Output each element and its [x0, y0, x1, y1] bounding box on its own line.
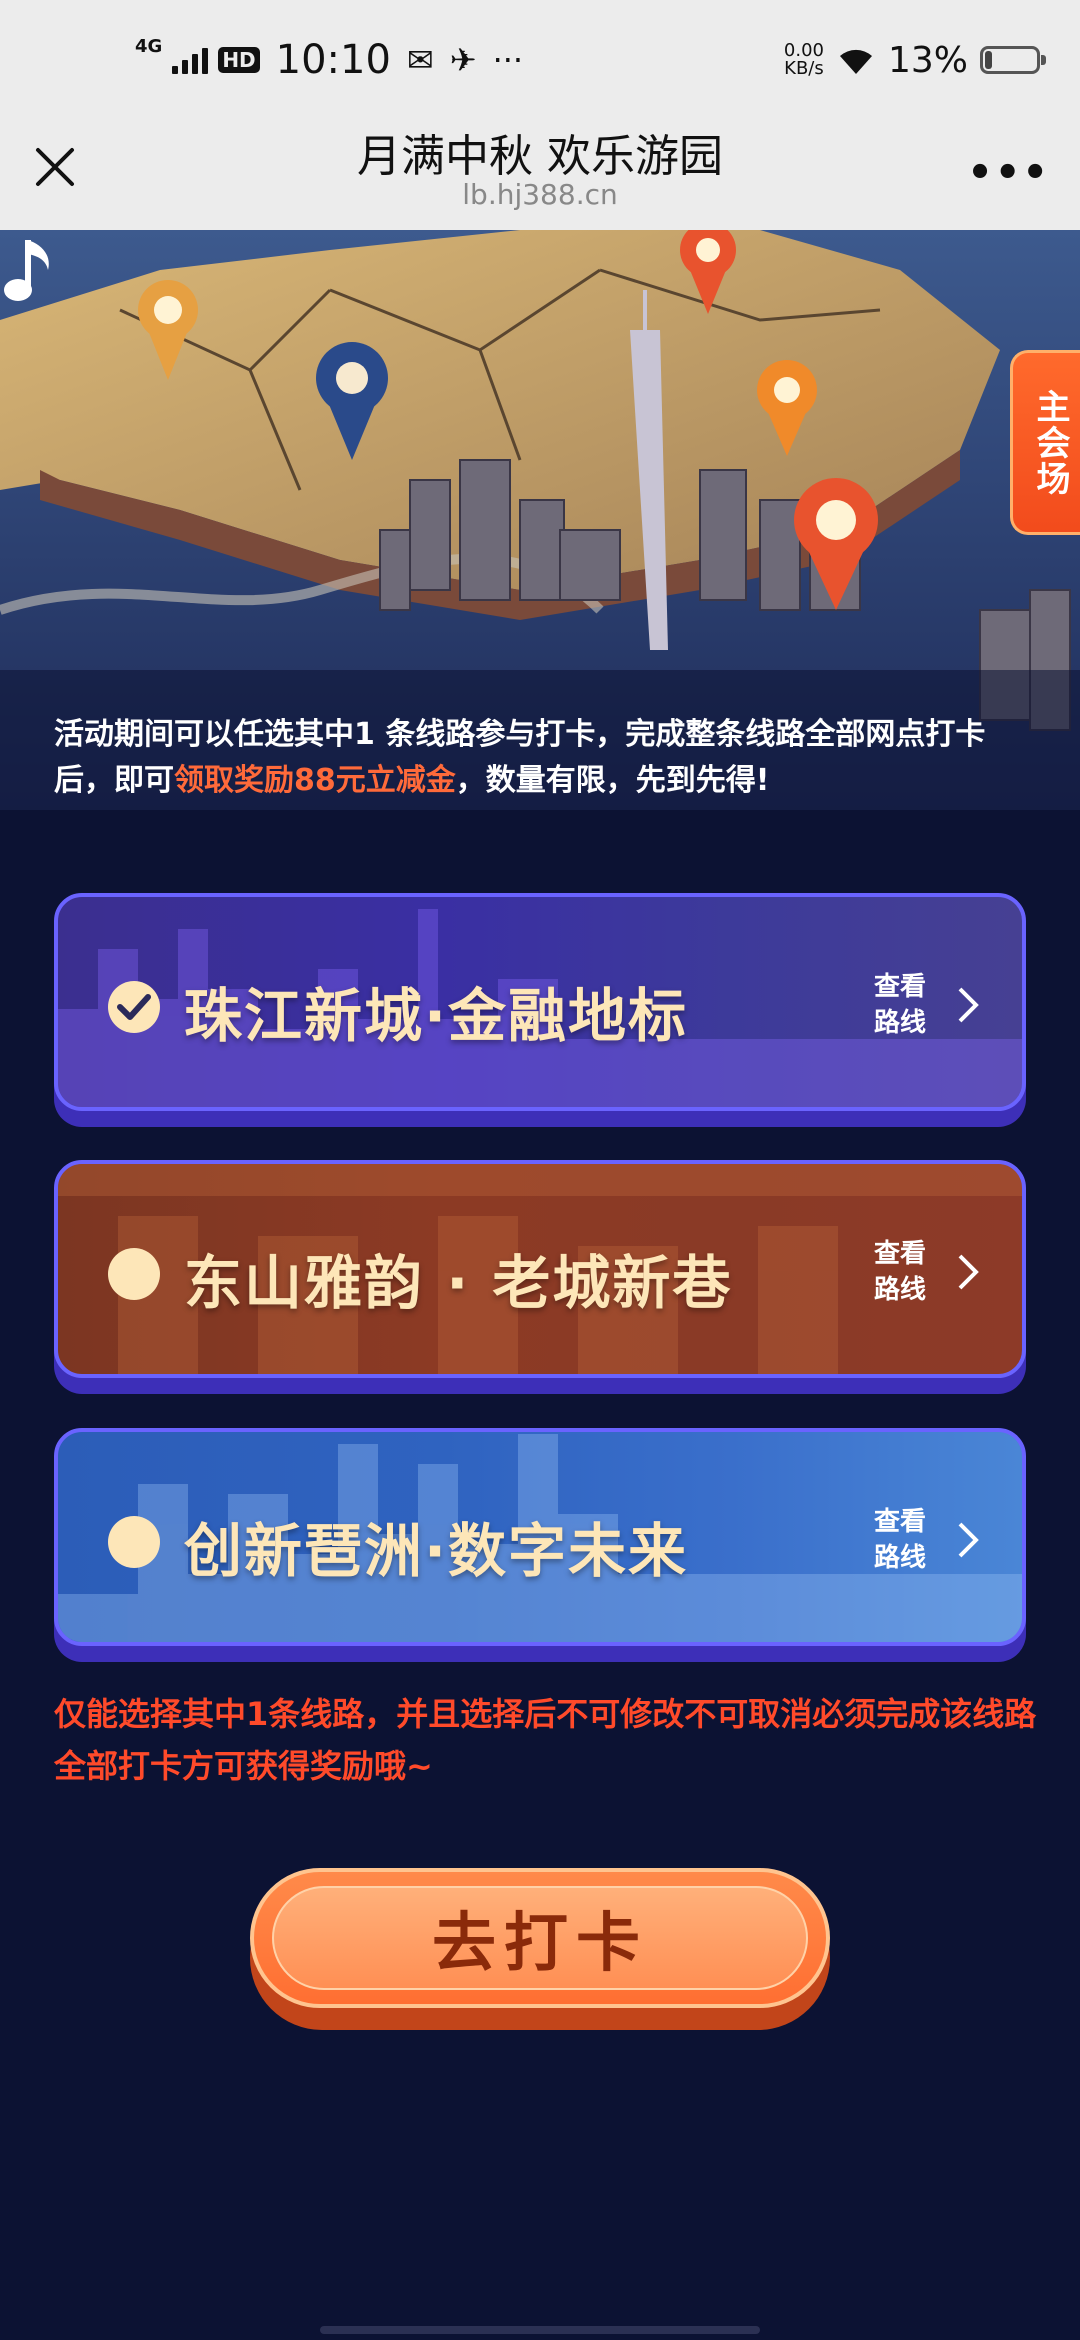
view-route-label-2: 路线 — [873, 1008, 926, 1038]
message-notification-icon: ✉ — [406, 41, 434, 79]
battery-icon — [980, 46, 1046, 74]
view-route-label-2: 路线 — [873, 1543, 926, 1573]
signal-icon — [172, 46, 209, 74]
route-selection-note: 仅能选择其中1条线路，并且选择后不可修改不可取消必须完成该线路全部打卡方可获得奖… — [54, 1695, 1037, 1785]
status-time: 10:10 — [275, 37, 391, 83]
route-name: 珠江新城·金融地标 — [184, 982, 689, 1050]
route-card-body: 珠江新城·金融地标 查看 路线 — [54, 893, 1026, 1111]
route-name: 东山雅韵 · 老城新巷 — [184, 1249, 733, 1317]
main-venue-button[interactable]: 主会场 — [1010, 350, 1080, 535]
chevron-right-icon[interactable] — [956, 1520, 980, 1560]
app-notification-icon: ✈ — [449, 41, 477, 79]
battery-percent: 13% — [887, 39, 968, 81]
chevron-right-icon[interactable] — [956, 1252, 980, 1292]
view-route-link[interactable]: 查看 路线 — [870, 1236, 930, 1308]
home-indicator[interactable] — [320, 2326, 760, 2334]
view-route-label-2: 路线 — [873, 1275, 926, 1305]
intro-text-end: ，数量有限，先到先得! — [455, 763, 770, 798]
more-notifications-icon: ··· — [492, 41, 524, 79]
view-route-label: 查看 — [873, 972, 926, 1002]
speed-unit: KB/s — [784, 58, 824, 79]
activity-intro: 活动期间可以任选其中1 条线路参与打卡，完成整条线路全部网点打卡后，即可领取奖励… — [54, 712, 1034, 804]
view-route-link[interactable]: 查看 路线 — [870, 969, 930, 1041]
route-unselected-radio-icon[interactable] — [108, 1516, 160, 1568]
wifi-icon — [839, 49, 872, 74]
network-speed: 0.00 KB/s — [784, 42, 824, 78]
intro-highlight: 领取奖励88元立减金 — [174, 763, 456, 798]
page-title: 月满中秋 欢乐游园 — [357, 131, 723, 182]
page-url: lb.hj388.cn — [462, 178, 618, 211]
music-toggle-icon[interactable] — [0, 230, 70, 310]
route-card-dongshan[interactable]: 东山雅韵 · 老城新巷 查看 路线 — [54, 1160, 1026, 1394]
checkin-button-label: 去打卡 — [432, 1907, 648, 1981]
route-card-body: 创新琶洲·数字未来 查看 路线 — [54, 1428, 1026, 1646]
chevron-right-icon[interactable] — [956, 985, 980, 1025]
checkin-button[interactable]: 去打卡 — [250, 1868, 830, 2030]
view-route-link[interactable]: 查看 路线 — [870, 1504, 930, 1576]
route-selected-check-icon[interactable] — [108, 981, 160, 1033]
view-route-label: 查看 — [873, 1239, 926, 1269]
view-route-label: 查看 — [873, 1507, 926, 1537]
route-name: 创新琶洲·数字未来 — [184, 1517, 689, 1585]
route-card-pazhou[interactable]: 创新琶洲·数字未来 查看 路线 — [54, 1428, 1026, 1662]
network-type: 4G — [135, 35, 163, 57]
status-bar: 4G HD 10:10 ✉ ✈ ··· 0.00 KB/s 13% — [0, 0, 1080, 120]
route-unselected-radio-icon[interactable] — [108, 1248, 160, 1300]
route-card-zhujiang[interactable]: 珠江新城·金融地标 查看 路线 — [54, 893, 1026, 1127]
route-card-body: 东山雅韵 · 老城新巷 查看 路线 — [54, 1160, 1026, 1378]
checkin-button-face[interactable]: 去打卡 — [250, 1868, 830, 2008]
more-menu-button[interactable]: ••• — [967, 150, 1050, 196]
battery-fill — [985, 51, 993, 69]
hd-badge: HD — [218, 47, 260, 73]
title-bar: 月满中秋 欢乐游园 lb.hj388.cn ••• — [0, 120, 1080, 230]
